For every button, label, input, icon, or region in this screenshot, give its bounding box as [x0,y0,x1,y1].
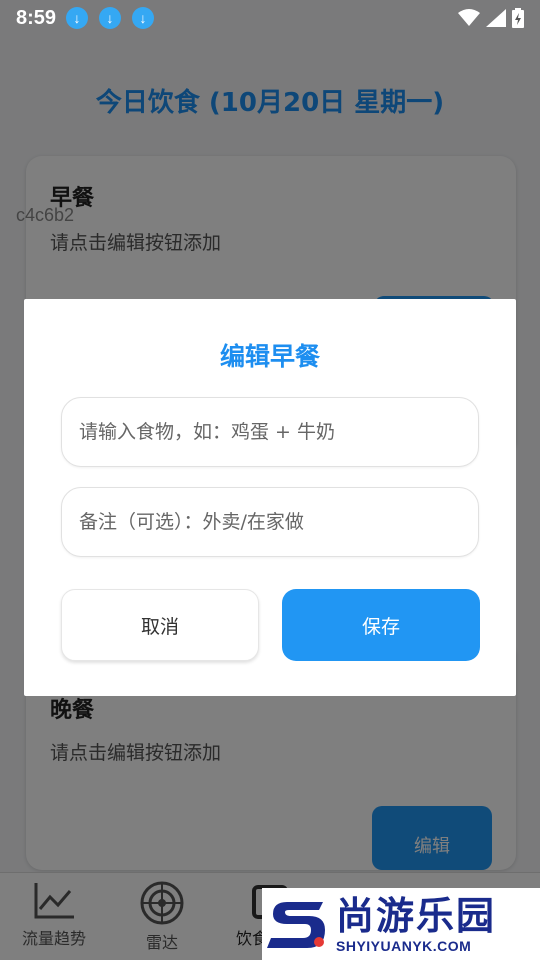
save-button[interactable]: 保存 [282,589,480,661]
signal-icon [486,9,506,27]
download-icon: ↓ [66,7,89,29]
status-bar: 8:59 ↓ ↓ ↓ [0,0,540,36]
download-icon: ↓ [132,7,155,29]
food-input[interactable] [79,421,461,443]
brand-logo-icon [262,888,334,960]
brand-url: SHYIYUANYK.COM [336,938,472,954]
edit-breakfast-dialog: 编辑早餐 取消 保存 [24,299,516,696]
brand-name: 尚游乐园 [336,894,497,938]
battery-icon [512,8,524,28]
dialog-title: 编辑早餐 [219,342,320,371]
brand-text: 尚游乐园 SHYIYUANYK.COM [336,894,496,954]
brand-watermark: 尚游乐园 SHYIYUANYK.COM [262,888,540,960]
status-time: 8:59 [16,6,57,29]
food-field [61,397,479,467]
cancel-button[interactable]: 取消 [61,589,259,661]
note-input[interactable] [79,511,461,533]
note-field [61,487,479,557]
download-icon: ↓ [99,7,122,29]
wifi-icon [458,9,480,26]
status-indicators [458,8,524,28]
